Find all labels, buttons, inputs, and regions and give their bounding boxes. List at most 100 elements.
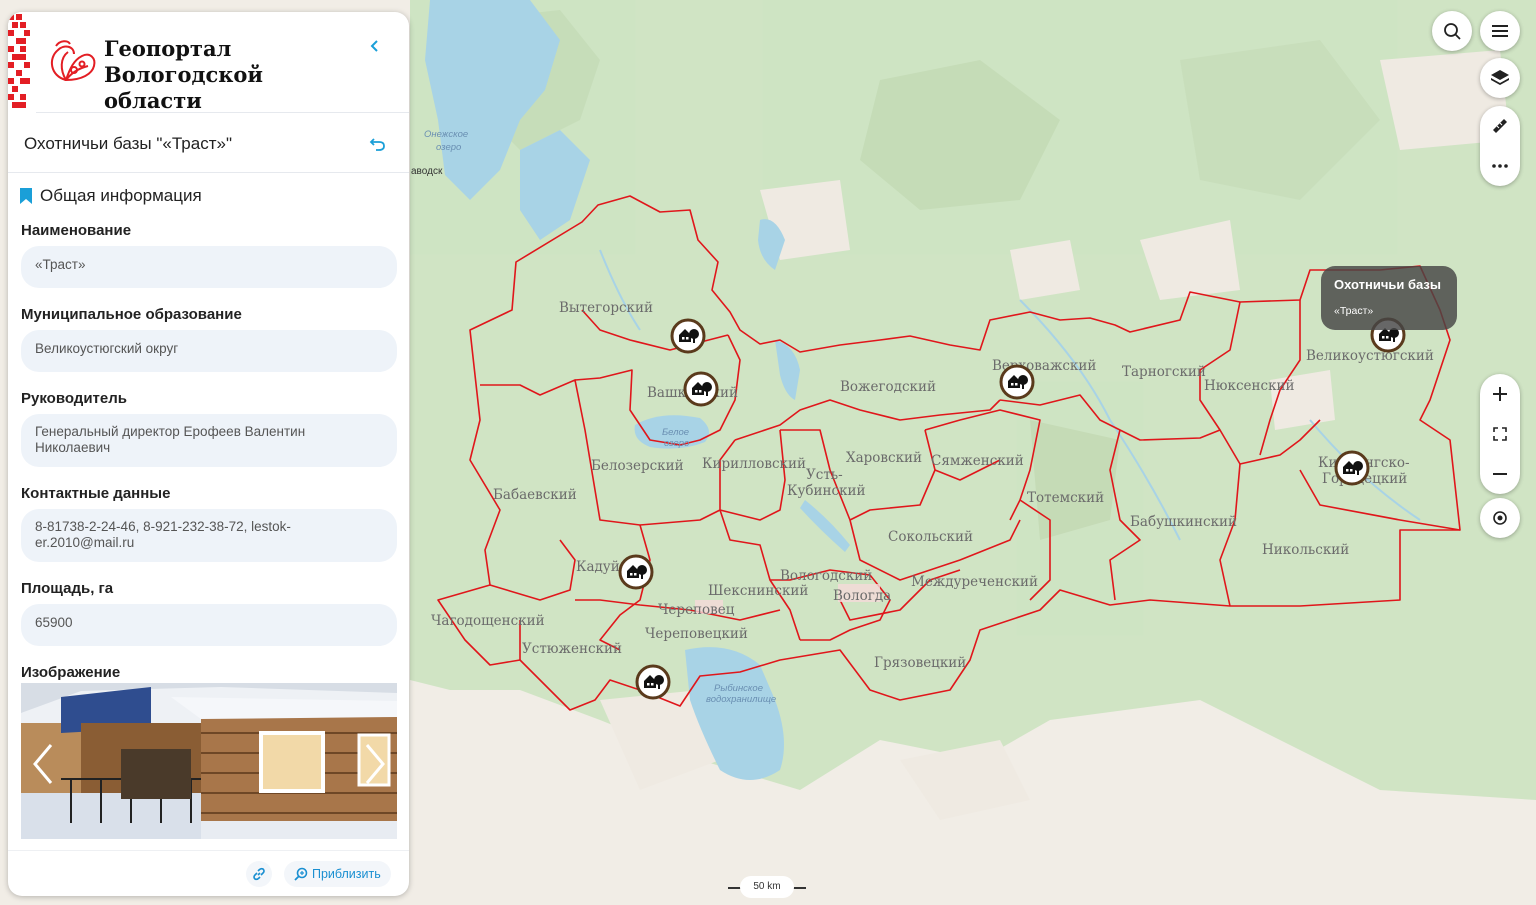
map-popup: Охотничьи базы «Траст»: [1321, 266, 1457, 330]
district-label: Вологодский: [780, 568, 872, 584]
water-label-beloe-1: Белое: [662, 427, 689, 438]
photo-image: [21, 683, 397, 839]
object-header: Охотничьи базы "«Траст»": [8, 113, 409, 173]
collapse-panel-button[interactable]: [365, 38, 385, 58]
section-title: Общая информация: [40, 186, 202, 205]
zoom-out-button[interactable]: [1491, 454, 1509, 494]
object-title: Охотничьи базы "«Траст»": [24, 134, 232, 153]
hunting-base-marker-icon[interactable]: [1334, 450, 1370, 486]
field-label-municipality: Муниципальное образование: [21, 306, 242, 323]
portal-title-line1: Геопортал: [104, 36, 232, 61]
hunting-base-marker-icon[interactable]: [618, 554, 654, 590]
district-label: Грязовецкий: [874, 655, 966, 671]
locate-button[interactable]: [1480, 498, 1520, 538]
district-label: Шекснинский: [708, 583, 808, 599]
district-label: Кубинский: [787, 483, 866, 499]
field-label-head: Руководитель: [21, 390, 127, 407]
field-value-contacts: 8-81738-2-24-46, 8-921-232-38-72, lestok…: [21, 509, 397, 562]
water-label-beloe-2: озеро: [664, 438, 689, 449]
zoom-in-button[interactable]: [1491, 374, 1509, 414]
info-panel: Геопортал Вологодской области Охотничьи …: [8, 12, 409, 896]
water-label-rybinsk-1: Рыбинское: [714, 683, 763, 694]
hunting-base-marker-icon[interactable]: [670, 318, 706, 354]
water-label-onega-2: озеро: [436, 142, 461, 153]
district-label: Бабушкинский: [1130, 514, 1237, 530]
district-label: Белозерский: [591, 458, 684, 474]
field-label-name: Наименование: [21, 222, 132, 239]
popup-subtitle: «Траст»: [1334, 305, 1374, 317]
zoom-group: [1480, 374, 1520, 494]
portal-title: Геопортал Вологодской области: [104, 36, 364, 114]
scale-label: 50 km: [740, 876, 794, 898]
district-label: Великоустюгский: [1306, 348, 1434, 364]
portal-title-line2: Вологодской области: [104, 62, 263, 113]
city-label-edge: аводск: [411, 166, 443, 177]
district-label: Череповец: [658, 602, 735, 618]
fields-list: Наименование «Траст» Муниципальное образ…: [21, 222, 397, 688]
district-label: Сямженский: [931, 453, 1024, 469]
layers-button[interactable]: [1480, 58, 1520, 98]
district-label: Вытегорский: [559, 300, 653, 316]
carousel-next-icon[interactable]: [359, 741, 389, 787]
district-label: Кирилловский: [702, 456, 806, 472]
hunting-base-marker-icon[interactable]: [635, 664, 671, 700]
image-carousel[interactable]: [21, 683, 397, 839]
back-icon[interactable]: [369, 135, 387, 153]
search-icon: [1444, 23, 1461, 40]
more-icon: [1492, 164, 1508, 168]
field-label-area: Площадь, га: [21, 580, 114, 597]
zoom-to-object-button[interactable]: Приблизить: [284, 861, 391, 887]
locate-icon: [1493, 511, 1507, 525]
district-label: Череповецкий: [645, 626, 748, 642]
menu-icon: [1492, 25, 1508, 37]
fullscreen-icon: [1493, 427, 1507, 441]
menu-button[interactable]: [1480, 11, 1520, 51]
zoom-to-object-label: Приблизить: [312, 867, 381, 881]
carousel-prev-icon[interactable]: [29, 741, 59, 787]
field-value-head: Генеральный директор Ерофеев Валентин Ни…: [21, 414, 397, 467]
more-button[interactable]: [1490, 146, 1510, 186]
search-button[interactable]: [1432, 11, 1472, 51]
district-label: Вожегодский: [840, 379, 936, 395]
minus-icon: [1493, 473, 1507, 475]
chevron-left-icon: [370, 40, 378, 52]
ruler-icon: [1493, 119, 1507, 133]
layers-icon: [1491, 70, 1509, 85]
field-label-image: Изображение: [21, 664, 121, 681]
district-label: Вологда: [833, 588, 891, 604]
district-label: Кадуй: [576, 559, 620, 575]
district-label: Нюксенский: [1204, 378, 1295, 394]
field-value-municipality: Великоустюгский округ: [21, 330, 397, 372]
emblem-icon: [50, 40, 96, 82]
section-general-info: Общая информация: [19, 186, 202, 206]
district-label: Усть-: [806, 467, 843, 483]
brand-header: Геопортал Вологодской области: [8, 12, 409, 113]
hunting-base-marker-icon[interactable]: [683, 371, 719, 407]
water-label-rybinsk-2: водохранилище: [706, 694, 776, 705]
zoom-search-icon: [294, 867, 308, 881]
district-label: Сокольский: [888, 529, 973, 545]
district-label: Тарногский: [1122, 364, 1206, 380]
field-value-area: 65900: [21, 604, 397, 646]
ornament-icon: [8, 12, 36, 113]
district-label: Харовский: [846, 450, 922, 466]
bookmark-icon: [20, 188, 32, 204]
plus-icon: [1493, 387, 1507, 401]
field-label-contacts: Контактные данные: [21, 485, 171, 502]
tools-group: [1480, 106, 1520, 186]
ruler-button[interactable]: [1490, 106, 1510, 146]
panel-footer: Приблизить: [8, 850, 409, 896]
scale-bar: 50 km: [728, 876, 808, 898]
district-label: Междуреченский: [911, 574, 1038, 590]
copy-link-button[interactable]: [246, 861, 272, 887]
hunting-base-marker-icon[interactable]: [999, 364, 1035, 400]
popup-title: Охотничьи базы: [1334, 277, 1441, 292]
link-icon: [253, 867, 265, 881]
field-value-name: «Траст»: [21, 246, 397, 288]
district-label: Никольский: [1262, 542, 1349, 558]
water-label-onega-1: Онежское: [424, 129, 468, 140]
fullscreen-button[interactable]: [1492, 414, 1508, 454]
district-label: Бабаевский: [493, 487, 577, 503]
district-label: Тотемский: [1027, 490, 1104, 506]
district-label: Чагодощенский: [431, 613, 545, 629]
